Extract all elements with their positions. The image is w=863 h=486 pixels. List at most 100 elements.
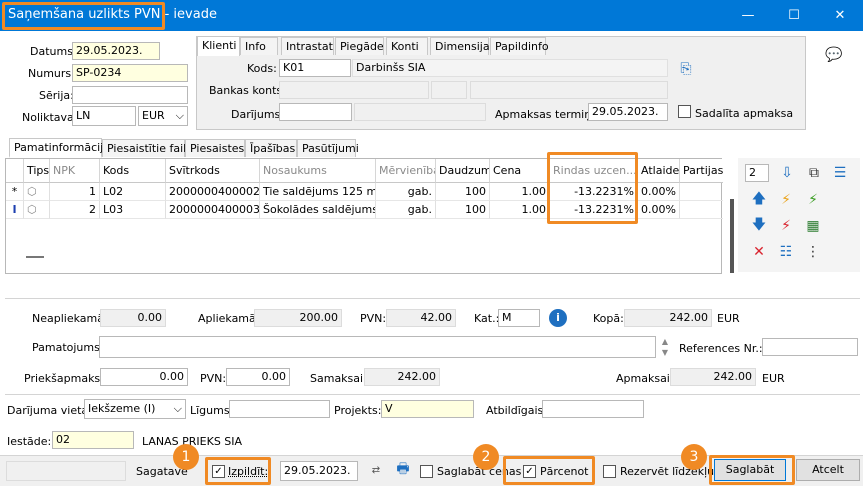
col-nosaukums[interactable]: Nosaukums — [260, 159, 376, 183]
save-button[interactable]: Saglabāt — [714, 459, 786, 481]
currency-select[interactable]: EUR ⌵ — [138, 106, 188, 126]
sadalita-checkbox[interactable] — [678, 105, 691, 118]
col-npk[interactable]: NPK — [50, 159, 100, 183]
indent-list-icon[interactable]: ☰ — [830, 163, 850, 183]
projekts-field[interactable]: V — [381, 400, 474, 418]
izpildit-date-field[interactable]: 29.05.2023. — [280, 461, 358, 481]
datums-field[interactable]: 29.05.2023. — [72, 42, 160, 60]
cell-daudzums[interactable]: 100 — [436, 201, 490, 219]
references-field[interactable] — [762, 338, 858, 356]
tab-konti[interactable]: Konti — [386, 37, 428, 55]
flash-yellow-icon[interactable]: ⚡ — [776, 190, 796, 210]
cell-mervieniba[interactable]: gab. — [376, 201, 436, 219]
delete-row-icon[interactable]: ✕ — [749, 242, 769, 262]
tab-piesaistitie-faili[interactable]: Piesaistītie faili — [102, 139, 189, 157]
tab-papildinfo[interactable]: Papildinfo — [490, 37, 549, 55]
termins-field[interactable]: 29.05.2023. — [588, 103, 668, 121]
cell-svitrkods[interactable]: 2000000400002 — [166, 183, 260, 201]
ligums-field[interactable] — [229, 400, 330, 418]
noliktava-field[interactable]: LN — [72, 106, 136, 126]
excel-icon[interactable]: ▦ — [803, 216, 823, 236]
col-tips[interactable]: Tips — [24, 159, 50, 183]
col-cena[interactable]: Cena — [490, 159, 550, 183]
col-partijas[interactable]: Partijas — [680, 159, 723, 183]
cell-partijas[interactable] — [680, 183, 723, 201]
serija-field[interactable] — [72, 86, 188, 104]
move-up-icon[interactable]: 🡅 — [749, 190, 769, 210]
row-count-field[interactable]: 2 — [745, 164, 769, 182]
bank-field-3[interactable] — [470, 81, 668, 99]
cell-mervieniba[interactable]: gab. — [376, 183, 436, 201]
cell-nosaukums[interactable]: Tie saldējums 125 ml — [260, 183, 376, 201]
client-code-field[interactable]: K01 — [279, 59, 351, 77]
list-arrow-icon[interactable]: ☷ — [776, 242, 796, 262]
client-name-field[interactable]: Darbinšs SIA — [352, 59, 668, 77]
print-icon[interactable]: 🖶 — [393, 460, 413, 480]
cell-kods[interactable]: L03 — [100, 201, 166, 219]
date-swap-icon[interactable]: ⇄ — [366, 460, 386, 480]
parcenot-checkbox[interactable]: ✓ — [523, 465, 536, 478]
iestade-field[interactable]: 02 — [52, 431, 134, 449]
pamatojums-field[interactable] — [99, 336, 656, 358]
col-kods[interactable]: Kods — [100, 159, 166, 183]
tab-klienti[interactable]: Klienti — [197, 36, 240, 56]
info-icon[interactable]: i — [549, 309, 567, 327]
tab-intrastat[interactable]: Intrastat — [281, 37, 334, 55]
tree-icon[interactable]: ⋮ — [803, 242, 823, 262]
cell-cena[interactable]: 1.00 — [490, 201, 550, 219]
cell-nosaukums[interactable]: Šokolādes saldējums... — [260, 201, 376, 219]
cell-daudzums[interactable]: 100 — [436, 183, 490, 201]
cell-atlaide[interactable]: 0.00% — [638, 183, 680, 201]
maximize-icon[interactable]: ☐ — [771, 0, 817, 31]
flash-red-icon[interactable]: ⚡ — [776, 216, 796, 236]
tab-pamatinformacija[interactable]: Pamatinformācija — [9, 138, 110, 158]
col-rindas-uzcenojums[interactable]: Rindas uzcen... — [550, 159, 638, 183]
priekss-field[interactable]: 0.00 — [100, 368, 188, 386]
tab-ipasibas[interactable]: Īpašības — [245, 139, 297, 157]
items-grid[interactable]: Tips NPK Kods Svītrkods Nosaukums Mērvie… — [5, 158, 734, 274]
close-icon[interactable]: ✕ — [817, 0, 863, 31]
col-daudzums[interactable]: Daudzums — [436, 159, 490, 183]
bank-field-1[interactable] — [279, 81, 429, 99]
darijums-field[interactable] — [279, 103, 352, 121]
cell-svitrkods[interactable]: 2000000400003 — [166, 201, 260, 219]
cell-cena[interactable]: 1.00 — [490, 183, 550, 201]
tab-piegade[interactable]: Piegāde — [335, 37, 384, 55]
flash-green-icon[interactable]: ⚡ — [803, 190, 823, 210]
vieta-select[interactable]: Iekšzeme (I) ⌵ — [84, 399, 186, 419]
darijums-name-field[interactable] — [354, 103, 486, 121]
minimize-icon[interactable]: — — [725, 0, 771, 31]
saglabat-cenas-checkbox[interactable] — [420, 465, 433, 478]
pvn2-field[interactable]: 0.00 — [226, 368, 290, 386]
pamatojums-spinner-icon[interactable]: ▲ ▼ — [659, 336, 671, 358]
rezervet-checkbox[interactable] — [603, 465, 616, 478]
title-bar[interactable]: Saņemšana uzlikts PVN - ievade — ☐ ✕ — [0, 0, 863, 31]
apliekama-field: 200.00 — [254, 309, 342, 327]
tab-info[interactable]: Info — [240, 37, 278, 55]
tab-piesaistes[interactable]: Piesaistes — [185, 139, 245, 157]
numurs-field[interactable]: SP-0234 — [72, 64, 188, 82]
cell-partijas[interactable] — [680, 201, 723, 219]
copy-rows-icon[interactable]: ⧉ — [804, 163, 824, 183]
insert-row-icon[interactable]: ⇩ — [777, 163, 797, 183]
col-atlaide[interactable]: Atlaide — [638, 159, 680, 183]
atbildigais-field[interactable] — [542, 400, 644, 418]
col-mervieniba[interactable]: Mērvienība — [376, 159, 436, 183]
grid-scrollbar[interactable] — [730, 199, 734, 273]
tab-dimensijas[interactable]: Dimensijas — [430, 37, 495, 55]
col-svitrkods[interactable]: Svītrkods — [166, 159, 260, 183]
cell-kods[interactable]: L02 — [100, 183, 166, 201]
move-down-icon[interactable]: 🡇 — [749, 216, 769, 236]
cell-uzcenojums[interactable]: -13.2231% — [550, 201, 638, 219]
cell-uzcenojums[interactable]: -13.2231% — [550, 183, 638, 201]
izpildit-checkbox[interactable]: ✓ — [212, 465, 225, 478]
tab-pasutijumi[interactable]: Pasūtījumi — [297, 139, 359, 157]
bank-field-2[interactable] — [431, 81, 467, 99]
cell-npk[interactable]: 2 — [50, 201, 100, 219]
chat-icon[interactable]: 💬 — [824, 45, 844, 65]
client-lookup-icon[interactable]: ⎘ — [676, 59, 696, 79]
cell-npk[interactable]: 1 — [50, 183, 100, 201]
cell-atlaide[interactable]: 0.00% — [638, 201, 680, 219]
cancel-button[interactable]: Atcelt — [796, 459, 860, 481]
kat-field[interactable]: M — [498, 309, 540, 327]
